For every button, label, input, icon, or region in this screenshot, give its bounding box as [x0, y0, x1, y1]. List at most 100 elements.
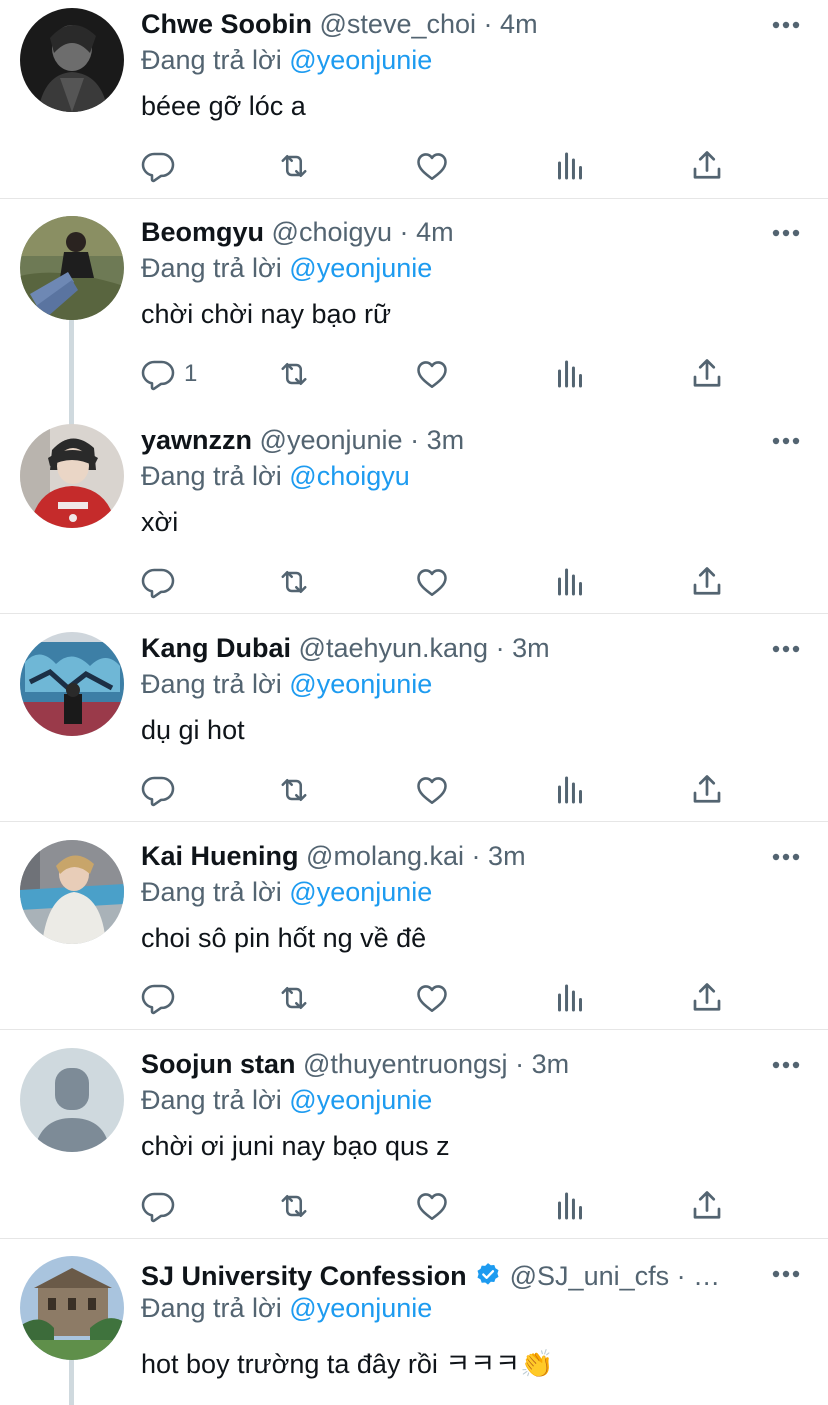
retweet-button[interactable]	[276, 978, 312, 1018]
avatar[interactable]	[20, 424, 124, 528]
tweet[interactable]: Beomgyu @choigyu · 4m Đang trả lời @yeon…	[0, 199, 828, 429]
reply-button[interactable]	[140, 1186, 184, 1226]
separator-dot: ·	[471, 841, 481, 871]
retweet-icon	[281, 362, 307, 386]
avatar[interactable]	[20, 8, 124, 112]
reply-button[interactable]	[140, 146, 184, 186]
tweet[interactable]: SJ University Confession @SJ_uni_cfs · ……	[0, 1239, 828, 1405]
reply-context: Đang trả lời @yeonjunie	[141, 252, 432, 284]
user-handle[interactable]: @steve_choi	[320, 9, 477, 39]
views-button[interactable]	[552, 1186, 588, 1226]
retweet-button[interactable]	[276, 770, 312, 810]
retweet-button[interactable]	[276, 1186, 312, 1226]
avatar[interactable]	[20, 1048, 124, 1152]
share-button[interactable]	[689, 354, 725, 394]
reply-mention[interactable]: @yeonjunie	[289, 877, 432, 907]
heart-icon	[417, 1193, 447, 1221]
reply-mention[interactable]: @yeonjunie	[289, 1085, 432, 1115]
like-button[interactable]	[414, 770, 450, 810]
analytics-icon	[558, 360, 582, 388]
reply-prefix: Đang trả lời	[141, 253, 282, 283]
timestamp[interactable]: …	[693, 1261, 720, 1291]
user-handle[interactable]: @taehyun.kang	[299, 633, 489, 663]
separator-dot: ·	[399, 217, 409, 247]
display-name[interactable]: Kang Dubai	[141, 633, 291, 663]
like-button[interactable]	[414, 354, 450, 394]
display-name[interactable]: Chwe Soobin	[141, 9, 312, 39]
reply-mention[interactable]: @yeonjunie	[289, 45, 432, 75]
timestamp[interactable]: 4m	[416, 217, 454, 247]
avatar[interactable]	[20, 1256, 124, 1360]
share-button[interactable]	[689, 146, 725, 186]
reply-icon	[141, 360, 175, 391]
reply-button[interactable]	[140, 978, 184, 1018]
heart-icon	[417, 777, 447, 805]
retweet-button[interactable]	[276, 354, 312, 394]
tweet[interactable]: Kang Dubai @taehyun.kang · 3m Đang trả l…	[0, 614, 828, 822]
reply-icon	[141, 984, 175, 1015]
views-button[interactable]	[552, 562, 588, 602]
reply-mention[interactable]: @yeonjunie	[289, 1293, 432, 1323]
share-button[interactable]	[689, 770, 725, 810]
views-button[interactable]	[552, 770, 588, 810]
avatar[interactable]	[20, 216, 124, 320]
more-icon[interactable]	[772, 435, 800, 447]
more-icon[interactable]	[772, 643, 800, 655]
avatar[interactable]	[20, 632, 124, 736]
timestamp[interactable]: 3m	[427, 425, 465, 455]
like-button[interactable]	[414, 146, 450, 186]
timestamp[interactable]: 3m	[512, 633, 550, 663]
reply-prefix: Đang trả lời	[141, 669, 282, 699]
tweet[interactable]: Chwe Soobin @steve_choi · 4m Đang trả lờ…	[0, 0, 828, 199]
user-handle[interactable]: @yeonjunie	[260, 425, 403, 455]
tweet[interactable]: Soojun stan @thuyentruongsj · 3m Đang tr…	[0, 1030, 828, 1239]
share-icon	[693, 775, 721, 803]
views-button[interactable]	[552, 146, 588, 186]
user-handle[interactable]: @thuyentruongsj	[303, 1049, 508, 1079]
reply-mention[interactable]: @choigyu	[289, 461, 409, 491]
like-button[interactable]	[414, 978, 450, 1018]
timestamp[interactable]: 4m	[500, 9, 538, 39]
user-handle[interactable]: @molang.kai	[306, 841, 464, 871]
timestamp[interactable]: 3m	[532, 1049, 570, 1079]
reply-mention[interactable]: @yeonjunie	[289, 669, 432, 699]
timestamp[interactable]: 3m	[488, 841, 526, 871]
more-icon[interactable]	[772, 19, 800, 31]
tweet[interactable]: Kai Huening @molang.kai · 3m Đang trả lờ…	[0, 822, 828, 1030]
retweet-button[interactable]	[276, 146, 312, 186]
retweet-button[interactable]	[276, 562, 312, 602]
like-button[interactable]	[414, 562, 450, 602]
reply-button[interactable]: 1	[140, 354, 197, 394]
reply-count: 1	[184, 360, 198, 387]
user-handle[interactable]: @choigyu	[272, 217, 392, 247]
display-name[interactable]: Kai Huening	[141, 841, 299, 871]
display-name[interactable]: SJ University Confession	[141, 1261, 467, 1291]
share-button[interactable]	[689, 1186, 725, 1226]
views-button[interactable]	[552, 978, 588, 1018]
share-button[interactable]	[689, 562, 725, 602]
display-name[interactable]: yawnzzn	[141, 425, 252, 455]
views-button[interactable]	[552, 354, 588, 394]
avatar[interactable]	[20, 840, 124, 944]
separator-dot: ·	[515, 1049, 525, 1079]
share-icon	[693, 567, 721, 595]
retweet-icon	[281, 570, 307, 594]
tweet-header: Chwe Soobin @steve_choi · 4m	[141, 8, 758, 40]
display-name[interactable]: Soojun stan	[141, 1049, 296, 1079]
display-name[interactable]: Beomgyu	[141, 217, 264, 247]
user-handle[interactable]: @SJ_uni_cfs	[510, 1261, 669, 1291]
like-button[interactable]	[414, 1186, 450, 1226]
reply-button[interactable]	[140, 562, 184, 602]
reply-mention[interactable]: @yeonjunie	[289, 253, 432, 283]
separator-dot: ·	[483, 9, 493, 39]
more-icon[interactable]	[772, 851, 800, 863]
tweet-text: chời ơi juni nay bạo qus z	[141, 1131, 450, 1161]
more-icon[interactable]	[772, 227, 800, 239]
more-icon[interactable]	[772, 1268, 800, 1280]
reply-context: Đang trả lời @yeonjunie	[141, 44, 432, 76]
reply-prefix: Đang trả lời	[141, 45, 282, 75]
share-button[interactable]	[689, 978, 725, 1018]
more-icon[interactable]	[772, 1059, 800, 1071]
tweet[interactable]: yawnzzn @yeonjunie · 3m Đang trả lời @ch…	[0, 406, 828, 614]
reply-button[interactable]	[140, 770, 184, 810]
